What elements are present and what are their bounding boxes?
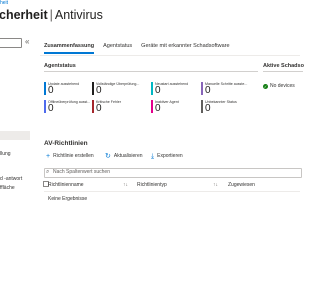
breadcrumb[interactable]: heit	[0, 0, 8, 6]
tile-color-bar	[151, 82, 153, 95]
tile-full-scan[interactable]: Vollständige Überprüfung... 0	[92, 82, 139, 96]
active-malware-divider	[263, 71, 303, 72]
tile-value: 0	[155, 85, 161, 96]
tile-offline-scan[interactable]: Offlineüberprüfung ausst... 0	[44, 100, 90, 114]
tile-update-pending[interactable]: Update ausstehend 0	[44, 82, 80, 96]
tile-color-bar	[92, 82, 94, 95]
refresh-icon: ↻	[105, 153, 111, 160]
agent-status-divider	[44, 71, 258, 72]
tile-label: Offlineüberprüfung ausst...	[48, 100, 91, 104]
tab-agent-status[interactable]: Agentstatus	[103, 42, 132, 54]
tile-color-bar	[44, 100, 46, 113]
empty-results-text: Keine Ergebnisse	[48, 196, 88, 202]
agent-status-title: Agentstatus	[44, 63, 76, 69]
column-header-policy-type[interactable]: Richtlinientyp	[137, 182, 167, 189]
tile-value: 0	[96, 85, 102, 96]
refresh-label: Aktualisieren	[113, 153, 143, 159]
create-policy-label: Richtlinie erstellen	[53, 153, 94, 159]
sidebar-item-1[interactable]: llung	[0, 151, 11, 157]
collapse-nav-icon[interactable]: «	[25, 37, 29, 47]
page-title-main: cherheit	[0, 8, 48, 22]
tile-value: 0	[48, 85, 54, 96]
column-filter-placeholder: Nach Spaltenwert suchen	[53, 169, 110, 175]
download-icon: ⤓	[151, 153, 155, 160]
sort-icon[interactable]: ↑↓	[213, 182, 218, 189]
tile-manual-steps[interactable]: Manuelle Schritte ausste... 0	[201, 82, 247, 96]
tile-inactive-agent[interactable]: Inaktiver Agent 0	[151, 100, 187, 114]
active-malware-status: ✓ No devices	[263, 83, 295, 90]
page-title: cherheit | Antivirus	[0, 8, 103, 22]
tile-color-bar	[201, 82, 203, 95]
export-label: Exportieren	[157, 153, 183, 159]
tile-color-bar	[201, 100, 203, 113]
table-header-divider	[44, 191, 300, 192]
tile-value: 0	[155, 103, 161, 114]
tile-label: Vollständige Überprüfung...	[96, 82, 140, 86]
tile-label: Manuelle Schritte ausste...	[205, 82, 248, 86]
column-header-policy-name[interactable]: Richtlinienname	[48, 182, 84, 189]
tile-value: 0	[48, 103, 54, 114]
tile-unknown-status[interactable]: Unbekannter Status 0	[201, 100, 237, 114]
active-malware-status-text: No devices	[270, 83, 295, 89]
nav-search-input[interactable]	[0, 38, 22, 48]
plus-icon: +	[46, 153, 51, 160]
column-header-assigned[interactable]: Zugewiesen	[228, 182, 255, 189]
sidebar-item-2[interactable]: d -antwort	[0, 176, 22, 182]
tile-value: 0	[205, 85, 211, 96]
nav-selected-highlight	[0, 131, 30, 140]
export-button[interactable]: ⤓ Exportieren	[151, 153, 183, 160]
av-policies-title: AV-Richtlinien	[44, 140, 88, 147]
page-subtitle: Antivirus	[54, 8, 103, 22]
sidebar-item-3[interactable]: ffläche	[0, 185, 15, 191]
tile-critical-errors[interactable]: Kritische Fehler 0	[92, 100, 128, 114]
title-separator: |	[49, 8, 53, 22]
check-circle-icon: ✓	[263, 84, 268, 89]
tile-color-bar	[92, 100, 94, 113]
tile-color-bar	[44, 82, 46, 95]
sort-icon[interactable]: ↑↓	[123, 182, 128, 189]
tabs-divider	[40, 55, 300, 56]
tab-bar: Zusammenfassung Agentstatus Geräte mit e…	[44, 42, 230, 54]
create-policy-button[interactable]: + Richtlinie erstellen	[46, 153, 94, 160]
active-malware-title: Aktive Schadso	[263, 63, 304, 69]
tab-summary[interactable]: Zusammenfassung	[44, 42, 95, 54]
tile-value: 0	[96, 103, 102, 114]
tile-color-bar	[151, 100, 153, 113]
search-icon: ⌕	[46, 169, 50, 175]
tile-restart-pending[interactable]: Neustart ausstehend 0	[151, 82, 188, 96]
tile-value: 0	[205, 103, 211, 114]
tab-devices-with-malware[interactable]: Geräte mit erkannter Schadsoftware	[141, 42, 229, 54]
refresh-button[interactable]: ↻ Aktualisieren	[105, 153, 143, 160]
